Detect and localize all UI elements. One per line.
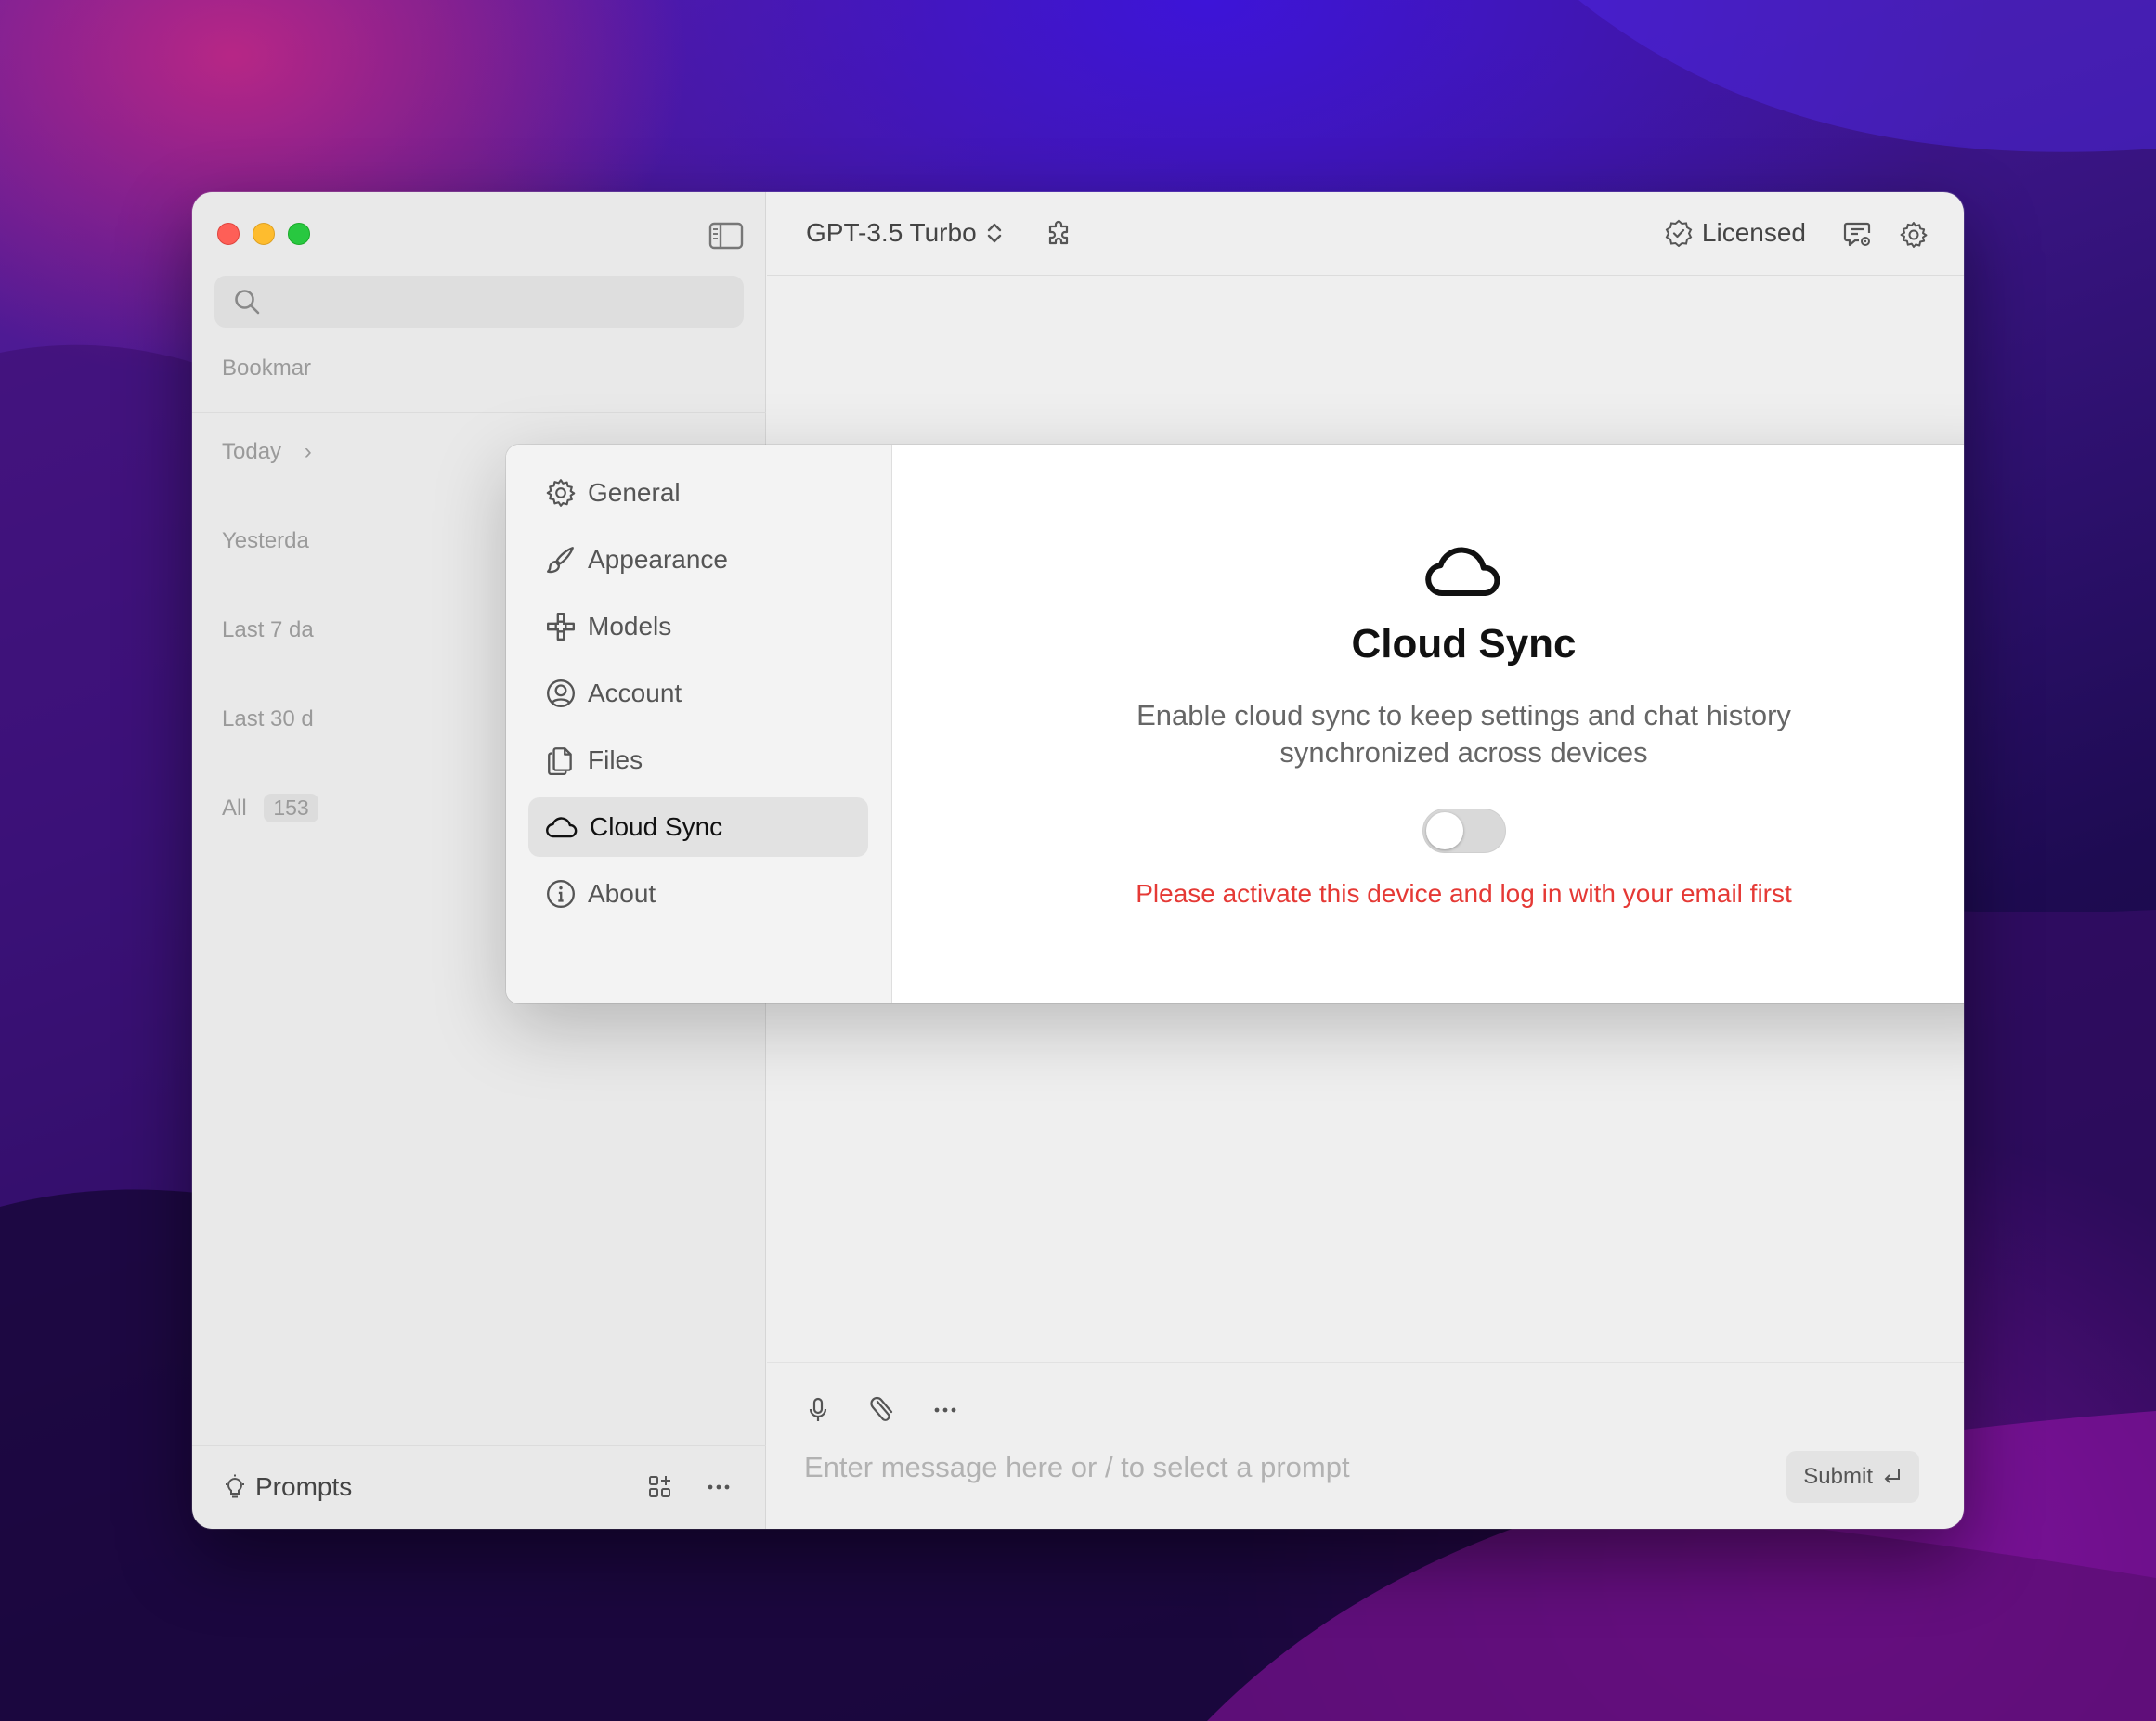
cloud-sync-panel: Cloud Sync Enable cloud sync to keep set…: [893, 445, 1964, 1003]
sidebar-footer: Prompts: [192, 1445, 766, 1529]
user-circle-icon: [547, 679, 575, 707]
brush-icon: [547, 547, 574, 574]
lightbulb-icon: [226, 1474, 244, 1498]
submit-button[interactable]: Submit: [1786, 1451, 1919, 1503]
models-icon: [547, 613, 575, 641]
paperclip-icon[interactable]: [869, 1396, 895, 1424]
section-all[interactable]: All 153: [222, 794, 318, 822]
nav-about-label: About: [588, 879, 656, 908]
more-options-icon[interactable]: [932, 1396, 958, 1424]
section-today-label: Today: [222, 439, 282, 464]
files-icon: [548, 747, 572, 776]
model-name: GPT-3.5 Turbo: [806, 218, 977, 247]
nav-files[interactable]: Files: [528, 731, 868, 790]
nav-general-label: General: [588, 478, 681, 507]
gear-icon: [546, 479, 576, 507]
nav-account[interactable]: Account: [528, 664, 868, 723]
add-widget-icon[interactable]: [647, 1474, 673, 1500]
message-input[interactable]: [804, 1451, 1733, 1484]
panel-title: Cloud Sync: [1351, 621, 1577, 666]
cloud-icon: [1424, 547, 1500, 596]
nav-models[interactable]: Models: [528, 597, 868, 656]
nav-general[interactable]: General: [528, 463, 868, 523]
chat-settings-icon[interactable]: [1843, 220, 1873, 250]
section-all-label: All: [222, 796, 247, 821]
section-last-30-days[interactable]: Last 30 d: [222, 706, 314, 732]
toggle-knob: [1425, 812, 1463, 849]
app-window: Bookmar Today › Yesterda Last 7 da Last …: [192, 192, 1964, 1529]
prompts-button[interactable]: Prompts: [224, 1472, 352, 1502]
minimize-window-button[interactable]: [253, 223, 275, 245]
microphone-icon[interactable]: [806, 1396, 830, 1424]
nav-appearance[interactable]: Appearance: [528, 530, 868, 589]
verified-badge-icon: [1665, 219, 1693, 247]
cloud-sync-toggle[interactable]: [1422, 809, 1506, 853]
section-today[interactable]: Today ›: [222, 439, 312, 465]
nav-files-label: Files: [588, 745, 643, 774]
error-message: Please activate this device and log in w…: [1136, 879, 1792, 908]
section-last-7-days[interactable]: Last 7 da: [222, 617, 314, 643]
return-key-icon: [1884, 1469, 1900, 1483]
sidebar-toggle-icon[interactable]: [708, 222, 744, 250]
license-status[interactable]: Licensed: [1665, 218, 1806, 248]
cloud-icon: [546, 817, 578, 838]
section-yesterday[interactable]: Yesterda: [222, 528, 309, 554]
model-selector[interactable]: GPT-3.5 Turbo: [806, 218, 1003, 248]
settings-nav: General Appearance Models Account Files …: [506, 445, 892, 1003]
settings-dialog: General Appearance Models Account Files …: [506, 445, 1964, 1003]
nav-cloud-sync-label: Cloud Sync: [590, 812, 723, 841]
search-icon: [235, 290, 260, 315]
info-icon: [547, 880, 575, 908]
plugin-puzzle-icon[interactable]: [1046, 220, 1073, 248]
close-window-button[interactable]: [217, 223, 240, 245]
nav-about[interactable]: About: [528, 864, 868, 924]
more-options-icon[interactable]: [706, 1474, 732, 1500]
sidebar-divider: [192, 412, 766, 413]
nav-appearance-label: Appearance: [588, 545, 729, 574]
nav-models-label: Models: [588, 612, 672, 641]
gear-icon[interactable]: [1899, 220, 1929, 250]
nav-cloud-sync[interactable]: Cloud Sync: [528, 797, 868, 857]
license-label: Licensed: [1701, 218, 1806, 247]
sidebar-search-input[interactable]: [214, 276, 744, 328]
composer: Submit: [767, 1362, 1964, 1529]
chevron-right-icon: ›: [304, 439, 312, 464]
panel-description: Enable cloud sync to keep settings and c…: [1136, 699, 1791, 769]
toolbar: GPT-3.5 Turbo Licensed: [767, 192, 1964, 276]
all-count-badge: 153: [264, 794, 318, 822]
chevron-updown-icon: [987, 223, 1001, 243]
section-bookmarks[interactable]: Bookmar: [222, 356, 311, 382]
nav-account-label: Account: [588, 679, 682, 707]
submit-label: Submit: [1803, 1464, 1873, 1489]
prompts-label: Prompts: [255, 1472, 353, 1501]
zoom-window-button[interactable]: [288, 223, 310, 245]
